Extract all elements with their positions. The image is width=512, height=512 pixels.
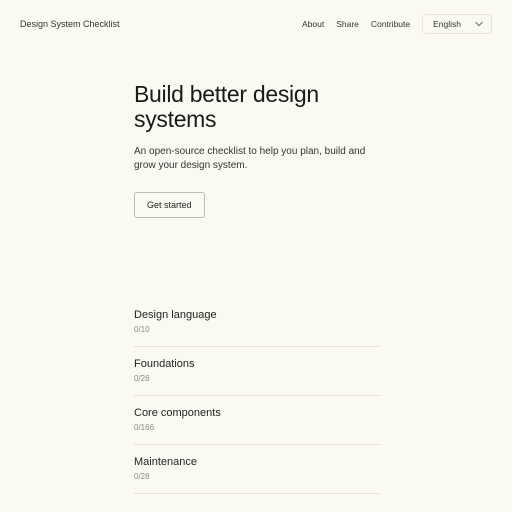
section-foundations[interactable]: Foundations 0/26 bbox=[134, 347, 380, 396]
nav-about[interactable]: About bbox=[302, 19, 324, 29]
site-logo[interactable]: Design System Checklist bbox=[20, 19, 120, 29]
top-nav: About Share Contribute English bbox=[302, 14, 492, 34]
section-title: Design language bbox=[134, 309, 380, 321]
section-core-components[interactable]: Core components 0/166 bbox=[134, 396, 380, 445]
section-title: Foundations bbox=[134, 358, 380, 370]
section-count: 0/26 bbox=[134, 374, 380, 383]
hero-subtitle: An open-source checklist to help you pla… bbox=[134, 145, 369, 174]
checklist-sections: Design language 0/10 Foundations 0/26 Co… bbox=[0, 218, 380, 494]
section-count: 0/28 bbox=[134, 472, 380, 481]
section-design-language[interactable]: Design language 0/10 bbox=[134, 298, 380, 347]
get-started-button[interactable]: Get started bbox=[134, 192, 205, 218]
section-title: Maintenance bbox=[134, 456, 380, 468]
language-label: English bbox=[433, 19, 461, 29]
nav-contribute[interactable]: Contribute bbox=[371, 19, 410, 29]
section-maintenance[interactable]: Maintenance 0/28 bbox=[134, 445, 380, 494]
language-select[interactable]: English bbox=[422, 14, 492, 34]
section-count: 0/10 bbox=[134, 325, 380, 334]
chevron-down-icon bbox=[475, 20, 483, 28]
nav-share[interactable]: Share bbox=[336, 19, 359, 29]
section-count: 0/166 bbox=[134, 423, 380, 432]
hero: Build better design systems An open-sour… bbox=[0, 34, 390, 218]
header: Design System Checklist About Share Cont… bbox=[0, 0, 512, 34]
section-title: Core components bbox=[134, 407, 380, 419]
hero-title: Build better design systems bbox=[134, 82, 390, 133]
